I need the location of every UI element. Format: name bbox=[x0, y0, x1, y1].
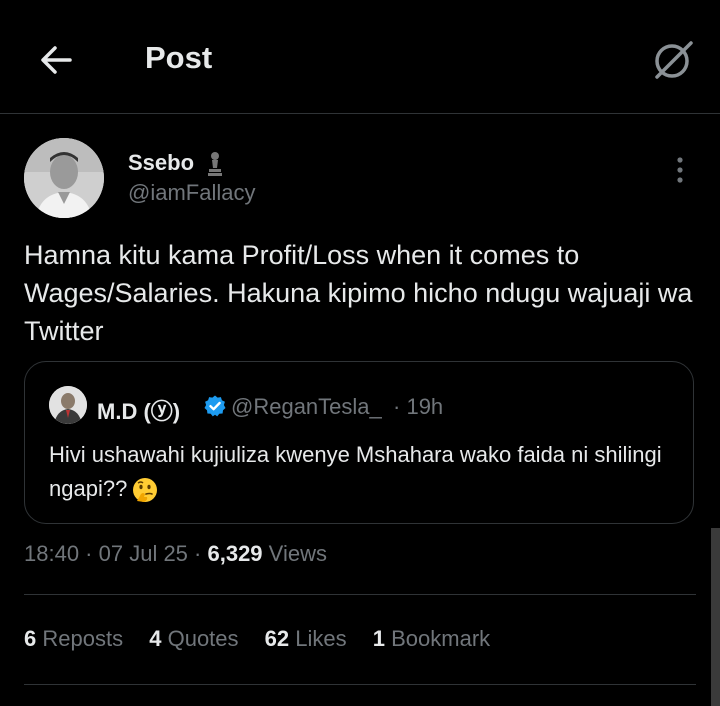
top-bar: Post bbox=[0, 0, 720, 114]
post-date: 07 Jul 25 bbox=[98, 541, 188, 566]
chess-pawn-icon bbox=[208, 152, 222, 176]
quoted-author-name: M.D (ⓨ) bbox=[97, 399, 181, 424]
quoted-author-handle: @ReganTesla_ bbox=[231, 394, 382, 419]
verified-badge-icon bbox=[204, 395, 226, 417]
reposts-stat[interactable]: 6 Reposts bbox=[24, 626, 123, 651]
author-name[interactable]: Ssebo bbox=[128, 150, 194, 176]
divider bbox=[24, 684, 696, 685]
likes-stat[interactable]: 62 Likes bbox=[265, 626, 347, 651]
quoted-post[interactable]: M.D (ⓨ) @ReganTesla_ · 19h Hivi ushawahi… bbox=[24, 361, 694, 524]
post-text: Hamna kitu kama Profit/Loss when it come… bbox=[24, 240, 693, 346]
post-time: 18:40 bbox=[24, 541, 80, 566]
grok-icon[interactable] bbox=[648, 36, 696, 84]
bookmarks-count: 1 bbox=[372, 626, 385, 651]
quotes-count: 4 bbox=[149, 626, 162, 651]
divider bbox=[24, 594, 696, 595]
author-handle[interactable]: @iamFallacy bbox=[128, 180, 255, 206]
back-arrow-icon[interactable] bbox=[36, 40, 76, 80]
more-options-icon[interactable] bbox=[668, 155, 692, 185]
bookmarks-stat[interactable]: 1 Bookmark bbox=[373, 626, 490, 651]
likes-label: Likes bbox=[295, 626, 347, 651]
views-count: 6,329 bbox=[207, 541, 263, 566]
quotes-label: Quotes bbox=[167, 626, 239, 651]
bookmarks-label: Bookmark bbox=[391, 626, 491, 651]
quoted-post-text: Hivi ushawahi kujiuliza kwenye Mshahara … bbox=[49, 438, 669, 506]
thinking-face-icon bbox=[133, 478, 158, 503]
scrollbar-thumb[interactable] bbox=[711, 528, 720, 706]
quoted-author-avatar bbox=[49, 386, 87, 424]
post-meta: 18:40 · 07 Jul 25 · 6,329 Views bbox=[24, 541, 327, 566]
views-label: Views bbox=[268, 541, 327, 566]
quoted-post-time: · 19h bbox=[393, 394, 444, 419]
likes-count: 62 bbox=[264, 626, 290, 651]
quoted-time-ago: 19h bbox=[406, 394, 444, 419]
quotes-stat[interactable]: 4 Quotes bbox=[149, 626, 238, 651]
engagement-stats: 6 Reposts 4 Quotes 62 Likes 1 Bookmark bbox=[24, 626, 510, 652]
author-avatar[interactable] bbox=[24, 138, 104, 218]
reposts-label: Reposts bbox=[42, 626, 124, 651]
page-title: Post bbox=[145, 40, 213, 75]
reposts-count: 6 bbox=[24, 626, 37, 651]
